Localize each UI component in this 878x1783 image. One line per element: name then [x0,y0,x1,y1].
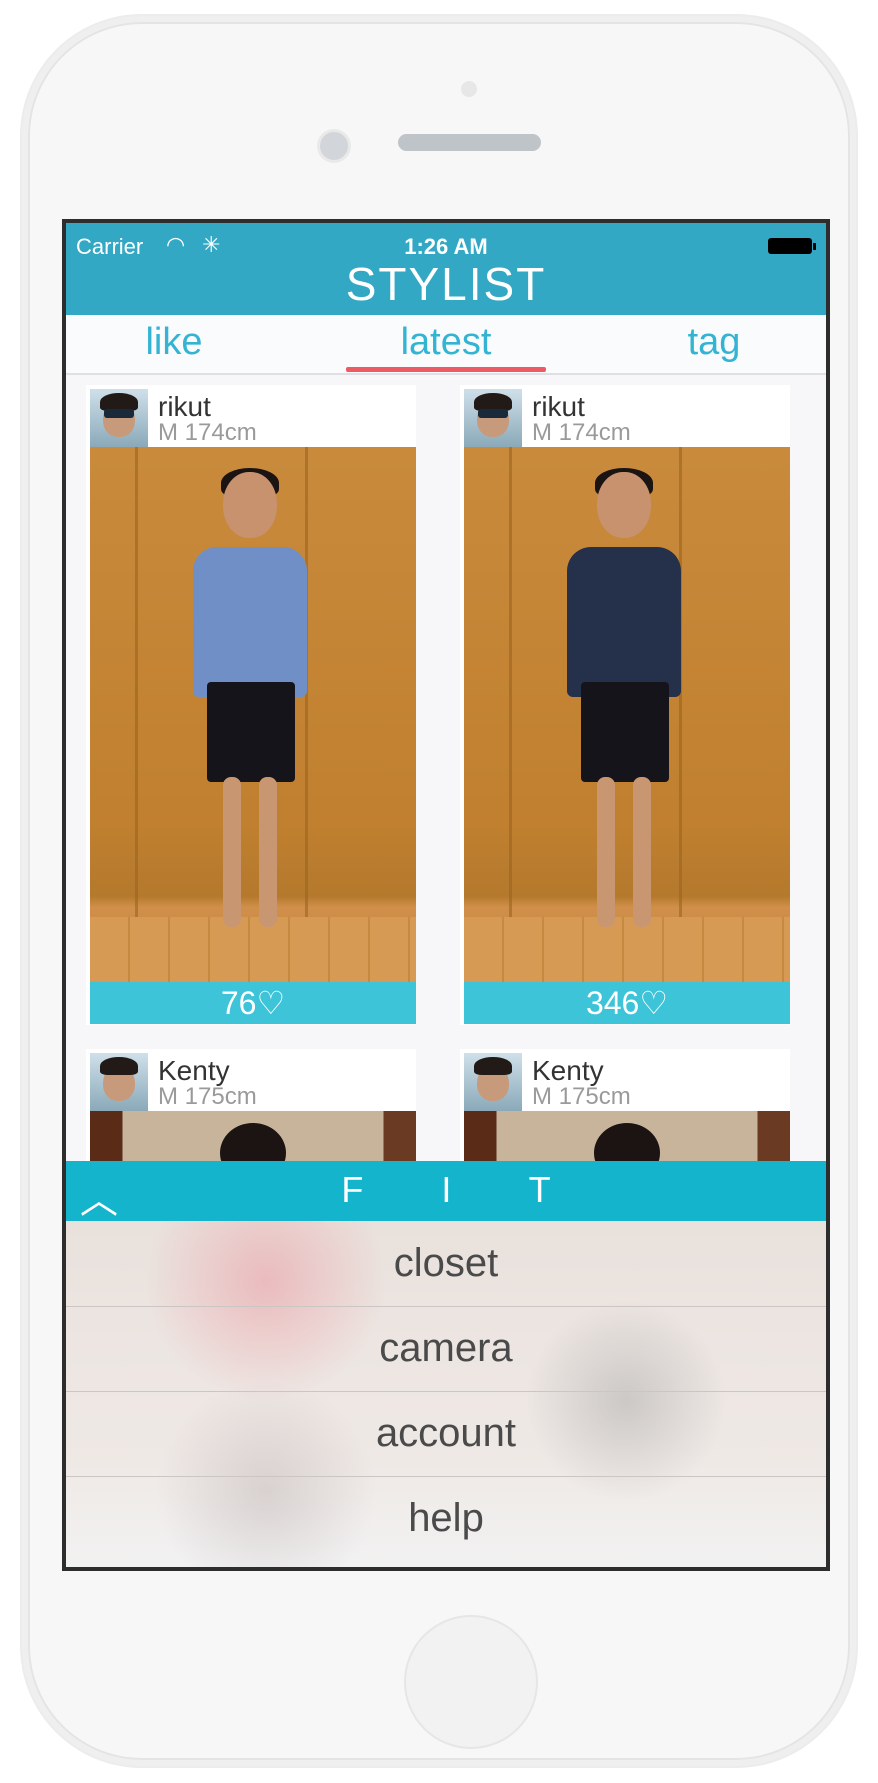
status-bar: Carrier ◠ ✳ 1:26 AM [66,232,826,259]
card-header: Kenty M 175cm [460,1049,790,1111]
person-figure [185,468,315,942]
tab-like[interactable]: like [74,321,274,364]
user-size-meta: M 174cm [158,419,257,446]
outfit-card[interactable]: rikut M 174cm 76♡ [86,385,416,1025]
user-size-meta: M 175cm [532,1083,631,1110]
avatar[interactable] [90,389,148,447]
home-button[interactable] [404,1615,538,1749]
menu-item-camera[interactable]: camera [66,1306,826,1392]
like-count-button[interactable]: 76♡ [90,982,416,1024]
card-header: rikut M 174cm [460,385,790,447]
fit-menu-list: closet camera account help [66,1221,826,1567]
menu-item-closet[interactable]: closet [66,1221,826,1307]
outfit-card[interactable]: Kenty M 175cm [460,1049,790,1171]
outfit-card[interactable]: rikut M 174cm 346♡ [460,385,790,1025]
app-title: STYLIST [345,258,547,310]
fit-menu-title: F I T [341,1169,585,1210]
battery-icon [768,238,816,254]
avatar[interactable] [90,1053,148,1111]
selected-tab-indicator [346,367,546,372]
avatar[interactable] [464,389,522,447]
outfit-photo[interactable] [464,447,790,982]
user-size-meta: M 174cm [532,419,631,446]
proximity-sensor [461,81,477,97]
outfit-card[interactable]: Kenty M 175cm [86,1049,416,1171]
menu-item-account[interactable]: account [66,1391,826,1477]
tab-tag[interactable]: tag [614,321,814,364]
front-camera [317,129,351,163]
outfit-photo[interactable] [90,447,416,982]
fit-menu-bar[interactable]: ︿ F I T [66,1161,826,1222]
user-size-meta: M 175cm [158,1083,257,1110]
navigation-bar: Carrier ◠ ✳ 1:26 AM STYLIST [66,223,826,315]
menu-item-help[interactable]: help [66,1476,826,1561]
tab-latest[interactable]: latest [346,321,546,364]
app-screen: Carrier ◠ ✳ 1:26 AM STYLIST like latest … [62,219,830,1571]
avatar[interactable] [464,1053,522,1111]
like-count-button[interactable]: 346♡ [464,982,790,1024]
earpiece-speaker [398,134,541,151]
card-header: rikut M 174cm [86,385,416,447]
card-header: Kenty M 175cm [86,1049,416,1111]
tab-bar: like latest tag [66,315,826,375]
person-figure [559,468,689,942]
